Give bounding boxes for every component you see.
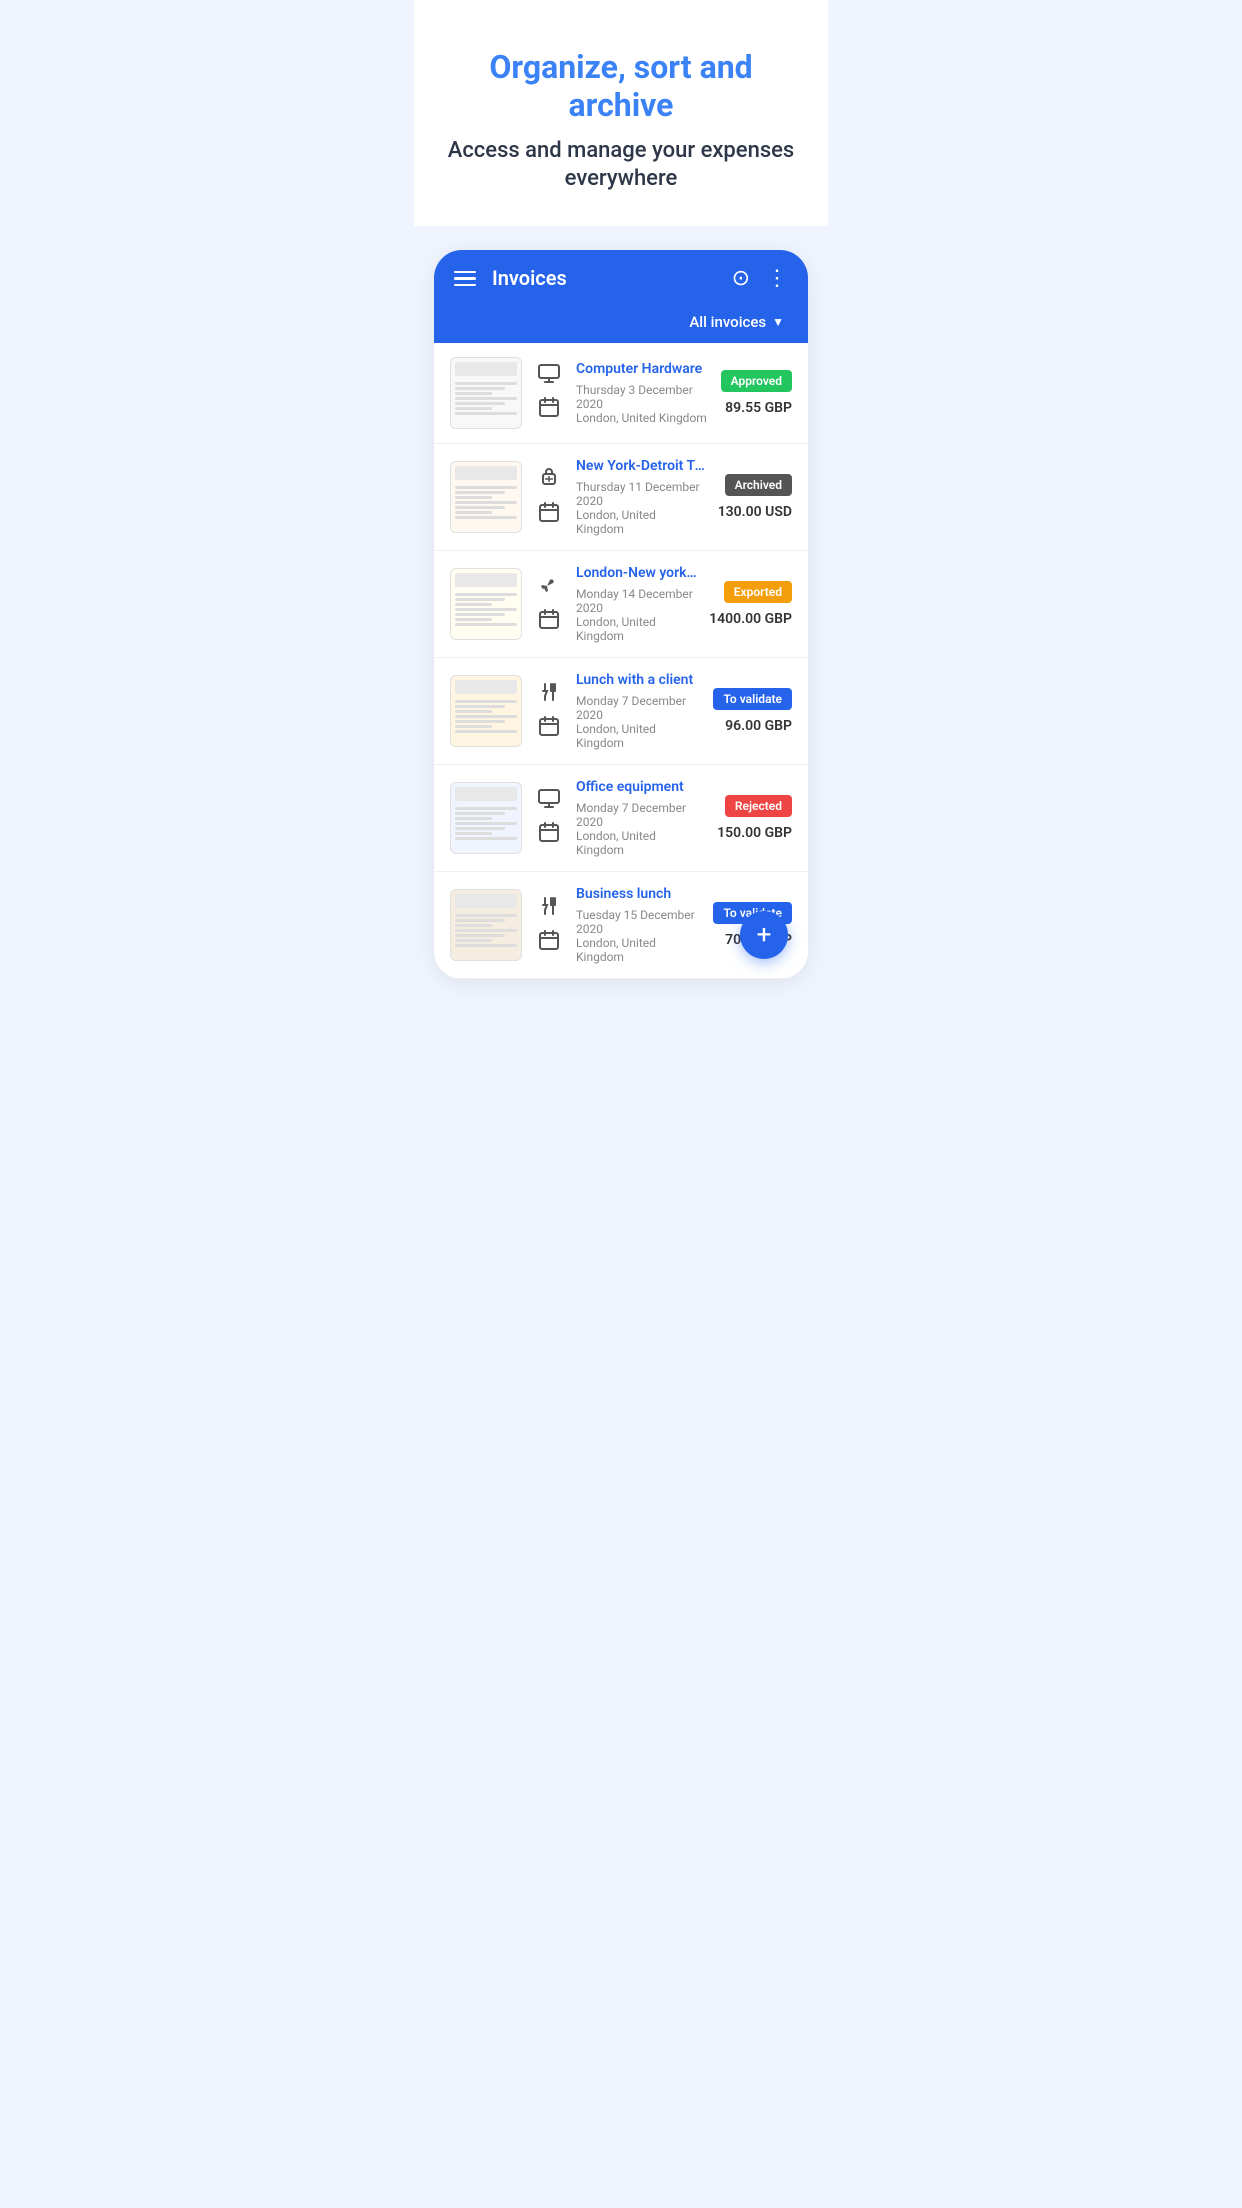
- phone-mockup: Invoices ⊙ ⋮ All invoices ▼ Computer Har…: [434, 250, 808, 979]
- invoice-date: Tuesday 15 December 2020: [576, 908, 701, 936]
- plus-icon: +: [757, 920, 772, 950]
- invoice-thumbnail: [450, 675, 522, 747]
- invoice-thumbnail: [450, 461, 522, 533]
- invoice-list: Computer Hardware Thursday 3 December 202…: [434, 343, 808, 979]
- status-badge: Exported: [724, 581, 792, 603]
- invoice-amount: 96.00 GBP: [725, 718, 792, 734]
- chevron-down-icon: ▼: [772, 315, 784, 329]
- invoice-date: Monday 7 December 2020: [576, 801, 705, 829]
- invoice-location: London, United Kingdom: [576, 508, 706, 536]
- list-item[interactable]: Office equipment Monday 7 December 2020Lo…: [434, 765, 808, 872]
- invoice-amount: 89.55 GBP: [725, 400, 792, 416]
- invoice-location: London, United Kingdom: [576, 411, 709, 425]
- invoice-location: London, United Kingdom: [576, 829, 705, 857]
- invoice-location: London, United Kingdom: [576, 722, 701, 750]
- hero-subtitle: Access and manage your expenses everywhe…: [446, 137, 796, 194]
- monitor-icon: [538, 789, 560, 814]
- flight-icon: [538, 574, 560, 601]
- filter-dropdown[interactable]: All invoices ▼: [454, 305, 788, 343]
- invoice-amount: 1400.00 GBP: [709, 611, 792, 627]
- invoice-info: Computer Hardware Thursday 3 December 202…: [576, 361, 709, 425]
- calendar-icon: [539, 822, 559, 847]
- list-item[interactable]: London-New york flight Monday 14 December…: [434, 551, 808, 658]
- calendar-icon: [539, 716, 559, 741]
- invoice-name: Computer Hardware: [576, 361, 709, 377]
- invoice-right: To validate 96.00 GBP: [713, 688, 792, 734]
- invoice-date: Thursday 11 December 2020: [576, 480, 706, 508]
- status-badge: To validate: [713, 688, 792, 710]
- invoice-name: Office equipment: [576, 779, 705, 795]
- invoice-name: Lunch with a client: [576, 672, 701, 688]
- calendar-icon: [539, 930, 559, 955]
- calendar-icon: [539, 502, 559, 527]
- menu-button[interactable]: [454, 271, 476, 287]
- more-options-icon[interactable]: ⋮: [766, 266, 788, 291]
- invoice-thumbnail: [450, 889, 522, 961]
- invoice-right: Rejected 150.00 GBP: [717, 795, 792, 841]
- invoice-info: Office equipment Monday 7 December 2020Lo…: [576, 779, 705, 857]
- calendar-icon: [539, 609, 559, 634]
- filter-label: All invoices: [689, 313, 766, 331]
- calendar-icon: [539, 397, 559, 422]
- status-badge: Approved: [721, 370, 792, 392]
- hero-title: Organize, sort and archive: [446, 48, 796, 125]
- status-badge: Rejected: [725, 795, 792, 817]
- food-icon: [538, 895, 560, 922]
- list-item[interactable]: Lunch with a client Monday 7 December 202…: [434, 658, 808, 765]
- invoice-location: London, United Kingdom: [576, 615, 697, 643]
- invoice-thumbnail: [450, 357, 522, 429]
- food-icon: [538, 681, 560, 708]
- header-actions: ⊙ ⋮: [732, 266, 788, 291]
- invoice-info: London-New york flight Monday 14 December…: [576, 565, 697, 643]
- invoice-right: Exported 1400.00 GBP: [709, 581, 792, 627]
- list-item[interactable]: New York-Detroit Train Thursday 11 Decemb…: [434, 444, 808, 551]
- invoice-info: Lunch with a client Monday 7 December 202…: [576, 672, 701, 750]
- invoice-right: Approved 89.55 GBP: [721, 370, 792, 416]
- add-invoice-button[interactable]: +: [740, 911, 788, 959]
- app-header: Invoices ⊙ ⋮ All invoices ▼: [434, 250, 808, 343]
- invoice-amount: 150.00 GBP: [717, 825, 792, 841]
- hero-section: Organize, sort and archive Access and ma…: [414, 0, 828, 226]
- invoice-name: New York-Detroit Train: [576, 458, 706, 474]
- invoice-date: Monday 7 December 2020: [576, 694, 701, 722]
- monitor-icon: [538, 364, 560, 389]
- invoice-name: Business lunch: [576, 886, 701, 902]
- app-title: Invoices: [492, 266, 732, 290]
- invoice-date: Monday 14 December 2020: [576, 587, 697, 615]
- invoice-thumbnail: [450, 782, 522, 854]
- invoice-info: New York-Detroit Train Thursday 11 Decemb…: [576, 458, 706, 536]
- camera-icon[interactable]: ⊙: [732, 266, 750, 291]
- invoice-name: London-New york flight: [576, 565, 697, 581]
- invoice-date: Thursday 3 December 2020: [576, 383, 709, 411]
- invoice-right: Archived 130.00 USD: [718, 474, 792, 520]
- invoice-thumbnail: [450, 568, 522, 640]
- status-badge: Archived: [725, 474, 792, 496]
- invoice-amount: 130.00 USD: [718, 504, 792, 520]
- list-item[interactable]: Computer Hardware Thursday 3 December 202…: [434, 343, 808, 444]
- invoice-info: Business lunch Tuesday 15 December 2020Lo…: [576, 886, 701, 964]
- luggage-icon: [538, 467, 560, 494]
- invoice-location: London, United Kingdom: [576, 936, 701, 964]
